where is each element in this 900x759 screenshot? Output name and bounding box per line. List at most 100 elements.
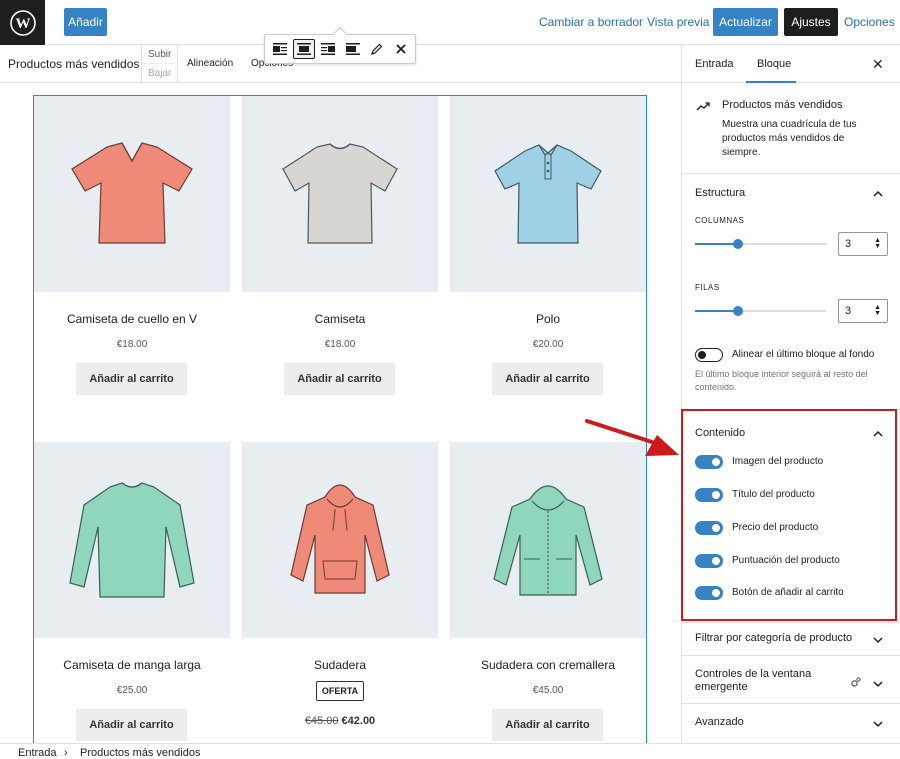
product-card: Camiseta €18.00 Añadir al carrito [242, 96, 438, 406]
product-price: €18.00 [116, 339, 148, 350]
settings-sidebar: Entrada Bloque ✕ Productos más vendidos … [681, 45, 900, 743]
divider [682, 655, 900, 656]
alignment-button[interactable]: Alineación [187, 58, 233, 69]
rows-label: FILAS [695, 283, 720, 292]
new-price: €42.00 [341, 715, 376, 727]
rows-slider-fill [695, 310, 739, 312]
add-to-cart-button[interactable]: Añadir al carrito [492, 709, 603, 741]
move-up-button[interactable]: Subir [148, 49, 171, 60]
product-price: €18.00 [324, 339, 356, 350]
active-tab-indicator [746, 81, 796, 83]
product-title[interactable]: Camiseta de manga larga [34, 658, 230, 672]
product-card: Sudadera OFERTA €45.00 €42.00 [242, 442, 438, 742]
rows-input[interactable]: 3 ▲ ▼ [838, 299, 888, 323]
block-mover: Subir Bajar [141, 45, 178, 82]
panel-filter-title[interactable]: Filtrar por categoría de producto [695, 632, 852, 644]
block-name-label[interactable]: Productos más vendidos [8, 57, 139, 71]
product-image [242, 442, 438, 638]
product-price: €45.00 [532, 685, 564, 696]
divider [682, 622, 900, 623]
chevron-down-icon[interactable] [872, 632, 884, 650]
settings-button[interactable]: Ajustes [784, 8, 838, 36]
align-bottom-toggle[interactable] [695, 348, 723, 362]
panel-popup-title[interactable]: Controles de la ventana emergente [695, 668, 825, 694]
chevron-down-icon[interactable] [872, 716, 884, 734]
align-bottom-label: Alinear el último bloque al fondo [732, 349, 875, 360]
options-link[interactable]: Opciones [844, 15, 895, 29]
product-title[interactable]: Sudadera con cremallera [450, 658, 646, 672]
product-card: Camiseta de cuello en V €18.00 Añadir al… [34, 96, 230, 406]
trending-up-icon [696, 98, 710, 116]
add-to-cart-button[interactable]: Añadir al carrito [284, 363, 395, 395]
chevron-up-icon[interactable] [872, 186, 884, 204]
align-wide-icon[interactable] [342, 39, 363, 59]
product-image [450, 96, 646, 292]
sidebar-tabs: Entrada Bloque ✕ [682, 45, 900, 83]
gear-icon [850, 675, 861, 693]
switch-to-draft-link[interactable]: Cambiar a borrador [539, 15, 643, 29]
columns-slider-fill [695, 243, 739, 245]
product-sale-price: €45.00 €42.00 [242, 715, 438, 727]
add-to-cart-button[interactable]: Añadir al carrito [76, 709, 187, 741]
add-to-cart-button[interactable]: Añadir al carrito [76, 363, 187, 395]
align-right-icon[interactable] [318, 39, 339, 59]
divider [682, 173, 900, 174]
arrow-pointer-icon [585, 415, 683, 468]
old-price: €45.00 [304, 715, 339, 727]
stepper-icon[interactable]: ▲ ▼ [874, 237, 881, 250]
block-card-title: Productos más vendidos [722, 99, 843, 111]
product-card: Polo €20.00 Añadir al carrito [450, 96, 646, 406]
panel-structure-title[interactable]: Estructura [695, 187, 745, 199]
product-card: Camiseta de manga larga €25.00 Añadir al… [34, 442, 230, 742]
product-title[interactable]: Camiseta [242, 312, 438, 326]
mover-divider [142, 63, 178, 64]
top-toolbar: W Añadir Cambiar a borrador Vista previa… [0, 0, 900, 45]
update-button[interactable]: Actualizar [713, 8, 778, 36]
product-price: €20.00 [532, 339, 564, 350]
product-card: Sudadera con cremallera €45.00 Añadir al… [450, 442, 646, 742]
breadcrumb: Entrada › Productos más vendidos [0, 743, 900, 759]
product-image [34, 96, 230, 292]
move-down-button[interactable]: Bajar [148, 68, 171, 79]
stepper-icon[interactable]: ▲ ▼ [874, 304, 881, 317]
columns-value: 3 [845, 238, 852, 250]
add-to-cart-button[interactable]: Añadir al carrito [492, 363, 603, 395]
product-title[interactable]: Sudadera [242, 658, 438, 672]
preview-link[interactable]: Vista previa [647, 15, 709, 29]
pencil-edit-icon[interactable] [366, 39, 387, 59]
align-center-icon[interactable] [293, 39, 315, 59]
svg-text:W: W [15, 16, 30, 32]
panel-advanced-title[interactable]: Avanzado [695, 716, 744, 728]
divider [682, 703, 900, 704]
tab-post[interactable]: Entrada [695, 58, 734, 70]
columns-slider[interactable] [695, 239, 826, 249]
columns-input[interactable]: 3 ▲ ▼ [838, 232, 888, 256]
align-bottom-help: El último bloque interior seguirá al res… [695, 369, 868, 392]
breadcrumb-block[interactable]: Productos más vendidos [80, 747, 200, 759]
alignment-popover [264, 26, 416, 64]
editor-canvas: Camiseta de cuello en V €18.00 Añadir al… [0, 84, 681, 743]
sale-badge: OFERTA [316, 681, 364, 701]
rows-value: 3 [845, 305, 852, 317]
product-image [450, 442, 646, 638]
block-card-description: Muestra una cuadrícula de tus productos … [722, 119, 857, 158]
add-block-button[interactable]: Añadir [64, 8, 107, 36]
wordpress-logo-icon[interactable]: W [0, 0, 45, 45]
product-title[interactable]: Camiseta de cuello en V [34, 312, 230, 326]
product-title[interactable]: Polo [450, 312, 646, 326]
breadcrumb-separator: › [64, 747, 68, 759]
columns-label: COLUMNAS [695, 216, 745, 225]
product-price: €25.00 [116, 685, 148, 696]
breadcrumb-post[interactable]: Entrada [18, 747, 57, 759]
tab-block[interactable]: Bloque [757, 58, 791, 70]
rows-slider[interactable] [695, 306, 826, 316]
rows-slider-thumb[interactable] [733, 306, 744, 316]
close-icon[interactable] [391, 39, 412, 59]
product-image [34, 442, 230, 638]
align-left-icon[interactable] [269, 39, 290, 59]
chevron-down-icon[interactable] [872, 676, 884, 694]
columns-slider-thumb[interactable] [733, 239, 744, 249]
product-image [242, 96, 438, 292]
content-panel-highlight [681, 409, 897, 621]
close-sidebar-icon[interactable]: ✕ [872, 56, 884, 73]
